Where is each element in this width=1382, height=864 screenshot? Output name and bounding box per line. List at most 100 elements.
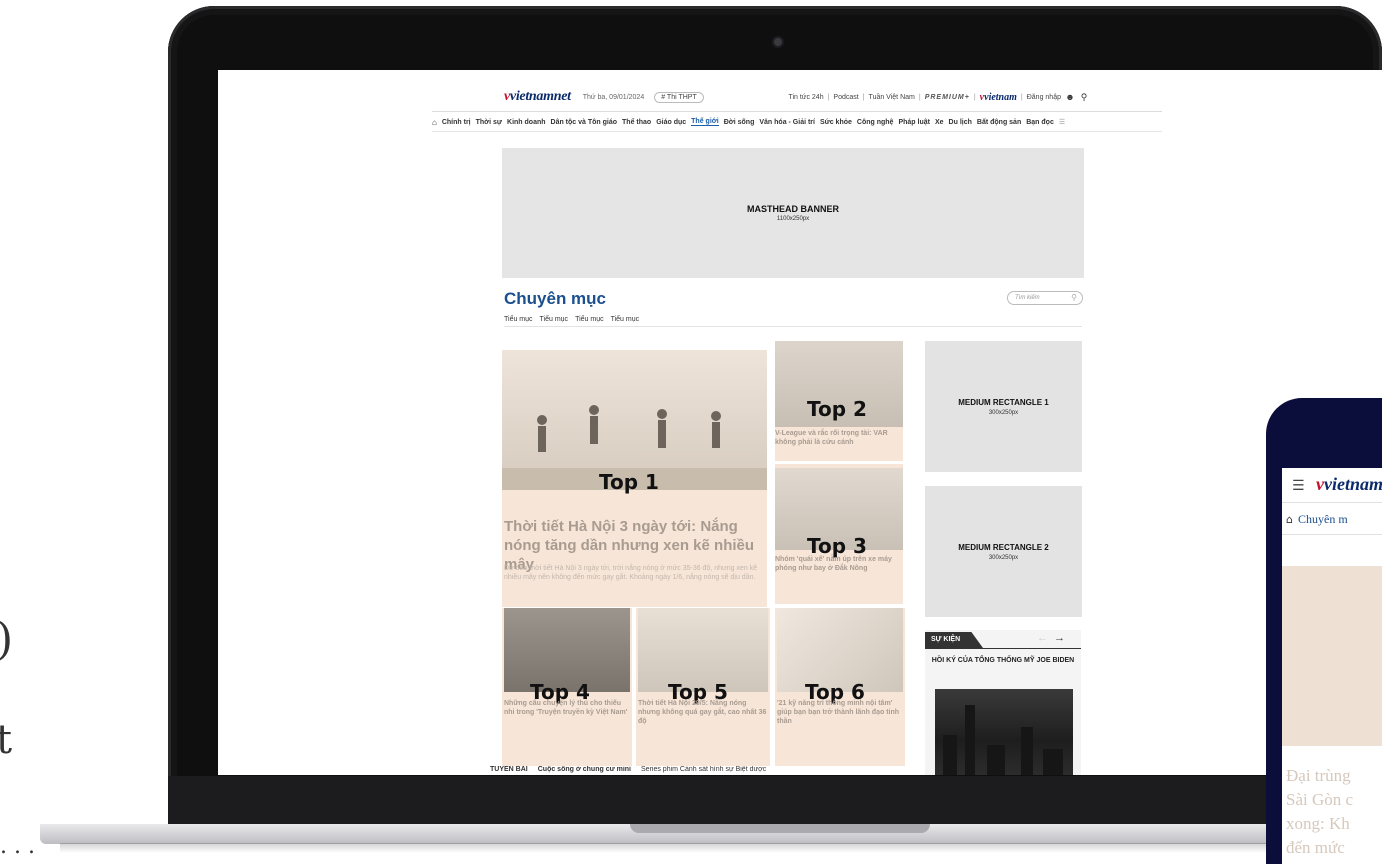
nav-item[interactable]: Thể thao xyxy=(622,119,651,126)
search-icon[interactable]: ⚲ xyxy=(1079,92,1089,102)
website: vvietnamnet Thứ ba, 09/01/2024 # Thi THP… xyxy=(218,70,1382,775)
series-item[interactable]: Cuộc sống ở chung cư mini xyxy=(538,766,631,775)
masthead-title: MASTHEAD BANNER xyxy=(747,204,839,214)
ad-1-size: 300x250px xyxy=(988,409,1019,416)
top-3-title[interactable]: Nhóm 'quái xế' nằm úp trên xe máy phóng … xyxy=(775,556,903,574)
event-title[interactable]: HỒI KÝ CỦA TỔNG THỐNG MỸ JOE BIDEN xyxy=(931,656,1075,665)
laptop-notch xyxy=(630,824,930,833)
divider xyxy=(432,111,1162,112)
nav-item[interactable]: Kinh doanh xyxy=(507,119,546,126)
laptop-screen: vvietnamnet Thứ ba, 09/01/2024 # Thi THP… xyxy=(218,70,1382,775)
ad-1-title: MEDIUM RECTANGLE 1 xyxy=(958,397,1049,407)
section-title: Chuyên mục xyxy=(504,289,607,308)
showcase-stage: ) t . . . vvietnamnet Thứ ba, 09/01/2024… xyxy=(0,0,1382,864)
nav-item[interactable]: Đời sống xyxy=(724,119,755,126)
nav-item-active[interactable]: Thế giới xyxy=(691,118,719,126)
top-1-image xyxy=(502,350,767,490)
top-5-card[interactable]: Top 5 Thời tiết Hà Nội 29/5: Nắng nóng n… xyxy=(636,608,770,766)
subnav-item[interactable]: Tiểu mục xyxy=(504,316,533,323)
top-3-card[interactable]: Top 3 Nhóm 'quái xế' nằm úp trên xe máy … xyxy=(775,464,903,604)
current-date: Thứ ba, 09/01/2024 xyxy=(582,93,645,101)
hamburger-icon[interactable]: ☰ xyxy=(1292,478,1305,494)
top-bar: vvietnamnet Thứ ba, 09/01/2024 # Thi THP… xyxy=(504,88,1089,106)
site-logo-small[interactable]: vvietnam xyxy=(980,92,1017,103)
main-nav: ⌂ Chính trị Thời sự Kinh doanh Dân tộc v… xyxy=(432,115,1162,129)
home-icon[interactable]: ⌂ xyxy=(1286,513,1293,526)
event-box: SỰ KIỆN ←→ HỒI KÝ CỦA TỔNG THỐNG MỸ JOE … xyxy=(925,630,1081,775)
masthead-banner[interactable]: MASTHEAD BANNER 1100x250px xyxy=(502,148,1084,278)
building-shape xyxy=(965,705,975,775)
series-bar: TUYẾN BÀI Cuộc sống ở chung cư mini Seri… xyxy=(490,766,1090,775)
subnav: Tiểu mục Tiểu mục Tiểu mục Tiểu mục xyxy=(504,316,639,323)
nav-item[interactable]: Văn hóa - Giải trí xyxy=(759,119,815,126)
divider xyxy=(1282,534,1382,535)
medium-rectangle-1[interactable]: MEDIUM RECTANGLE 1 300x250px xyxy=(925,341,1082,472)
divider xyxy=(925,648,1081,649)
top-6-card[interactable]: Top 6 '21 kỹ năng trí thông minh nội tâm… xyxy=(775,608,905,766)
ad-2-title: MEDIUM RECTANGLE 2 xyxy=(958,542,1049,552)
series-item[interactable]: Series phim Cảnh sát hình sự Biệt dược xyxy=(641,766,766,775)
top-1-card[interactable]: Top 1 Thời tiết Hà Nội 3 ngày tới: Nắng … xyxy=(502,350,767,607)
nav-item[interactable]: Sức khỏe xyxy=(820,119,852,126)
laptop-bezel-bottom xyxy=(168,776,1382,826)
top-6-title[interactable]: '21 kỹ năng trí thông minh nội tâm' giúp… xyxy=(777,700,903,726)
masthead-size: 1100x250px xyxy=(776,216,810,222)
subnav-item[interactable]: Tiểu mục xyxy=(540,316,569,323)
top-2-label: Top 2 xyxy=(807,397,867,421)
event-image[interactable] xyxy=(935,689,1073,775)
event-nav-arrows[interactable]: ←→ xyxy=(1037,632,1071,644)
nav-item[interactable]: Du lịch xyxy=(949,119,972,126)
separator: | xyxy=(862,93,865,101)
medium-rectangle-2[interactable]: MEDIUM RECTANGLE 2 300x250px xyxy=(925,486,1082,617)
webcam-icon xyxy=(774,38,782,46)
top-5-title[interactable]: Thời tiết Hà Nội 29/5: Nắng nóng nhưng k… xyxy=(638,700,768,726)
home-icon[interactable]: ⌂ xyxy=(432,118,437,127)
nav-item[interactable]: Thời sự xyxy=(476,119,502,126)
premium-link[interactable]: PREMIUM+ xyxy=(925,94,970,101)
phone-hero-image[interactable] xyxy=(1282,566,1382,746)
link-tuan-viet-nam[interactable]: Tuần Việt Nam xyxy=(869,94,915,101)
top-2-card[interactable]: Top 2 V-League và rắc rối trọng tài: VAR… xyxy=(775,341,903,461)
top-4-card[interactable]: Top 4 Những câu chuyện lý thú cho thiếu … xyxy=(502,608,632,766)
nav-item[interactable]: Dân tộc và Tôn giáo xyxy=(551,119,618,126)
divider xyxy=(1282,502,1382,503)
phone-screen: ☰ vvietnam ⌂ Chuyên m Đại trùng Sài Gòn … xyxy=(1282,468,1382,864)
login-link[interactable]: Đăng nhập xyxy=(1027,94,1061,101)
phone-logo[interactable]: vvietnam xyxy=(1316,474,1382,495)
top-4-title[interactable]: Những câu chuyện lý thú cho thiếu nhi tr… xyxy=(504,700,630,718)
separator: | xyxy=(973,93,976,101)
top-2-title[interactable]: V-League và rắc rối trọng tài: VAR không… xyxy=(775,430,903,448)
nav-item[interactable]: Xe xyxy=(935,119,944,126)
subnav-item[interactable]: Tiểu mục xyxy=(611,316,640,323)
divider xyxy=(432,131,1162,132)
skaters-image xyxy=(502,405,767,490)
hashtag-chip[interactable]: # Thi THPT xyxy=(654,91,704,103)
search-icon: ⚲ xyxy=(1071,293,1077,302)
top-links: Tin tức 24h | Podcast | Tuần Việt Nam | … xyxy=(788,92,1089,103)
site-logo[interactable]: vvietnamnet xyxy=(504,89,571,105)
left-fragment-2: t xyxy=(0,717,13,763)
nav-item[interactable]: Bất động sản xyxy=(977,119,1021,126)
separator: | xyxy=(827,93,830,101)
phone-headline[interactable]: Đại trùng Sài Gòn c xong: Kh đến mức xyxy=(1286,764,1382,860)
user-icon[interactable]: ☻ xyxy=(1065,92,1075,102)
link-tin-tuc-24h[interactable]: Tin tức 24h xyxy=(788,94,823,101)
next-arrow-icon[interactable]: → xyxy=(1054,632,1071,644)
left-fragment-1: ) xyxy=(0,618,13,662)
nav-item[interactable]: Chính trị xyxy=(442,119,471,126)
laptop-shadow xyxy=(60,843,1382,853)
nav-item[interactable]: Giáo dục xyxy=(656,119,686,126)
search-input[interactable]: Tìm kiếm ⚲ xyxy=(1007,291,1083,305)
subnav-item[interactable]: Tiểu mục xyxy=(575,316,604,323)
menu-icon[interactable]: ☰ xyxy=(1059,118,1065,126)
ad-2-size: 300x250px xyxy=(988,554,1019,561)
series-label: TUYẾN BÀI xyxy=(490,766,528,773)
left-fragment-3: . . . xyxy=(0,834,35,859)
nav-item[interactable]: Bạn đọc xyxy=(1026,119,1054,126)
nav-item[interactable]: Công nghệ xyxy=(857,119,894,126)
link-podcast[interactable]: Podcast xyxy=(833,94,858,101)
top-1-label: Top 1 xyxy=(599,470,659,494)
phone-nav-item[interactable]: Chuyên m xyxy=(1298,512,1348,527)
nav-item[interactable]: Pháp luật xyxy=(898,119,930,126)
event-tab[interactable]: SỰ KIỆN xyxy=(925,632,983,648)
